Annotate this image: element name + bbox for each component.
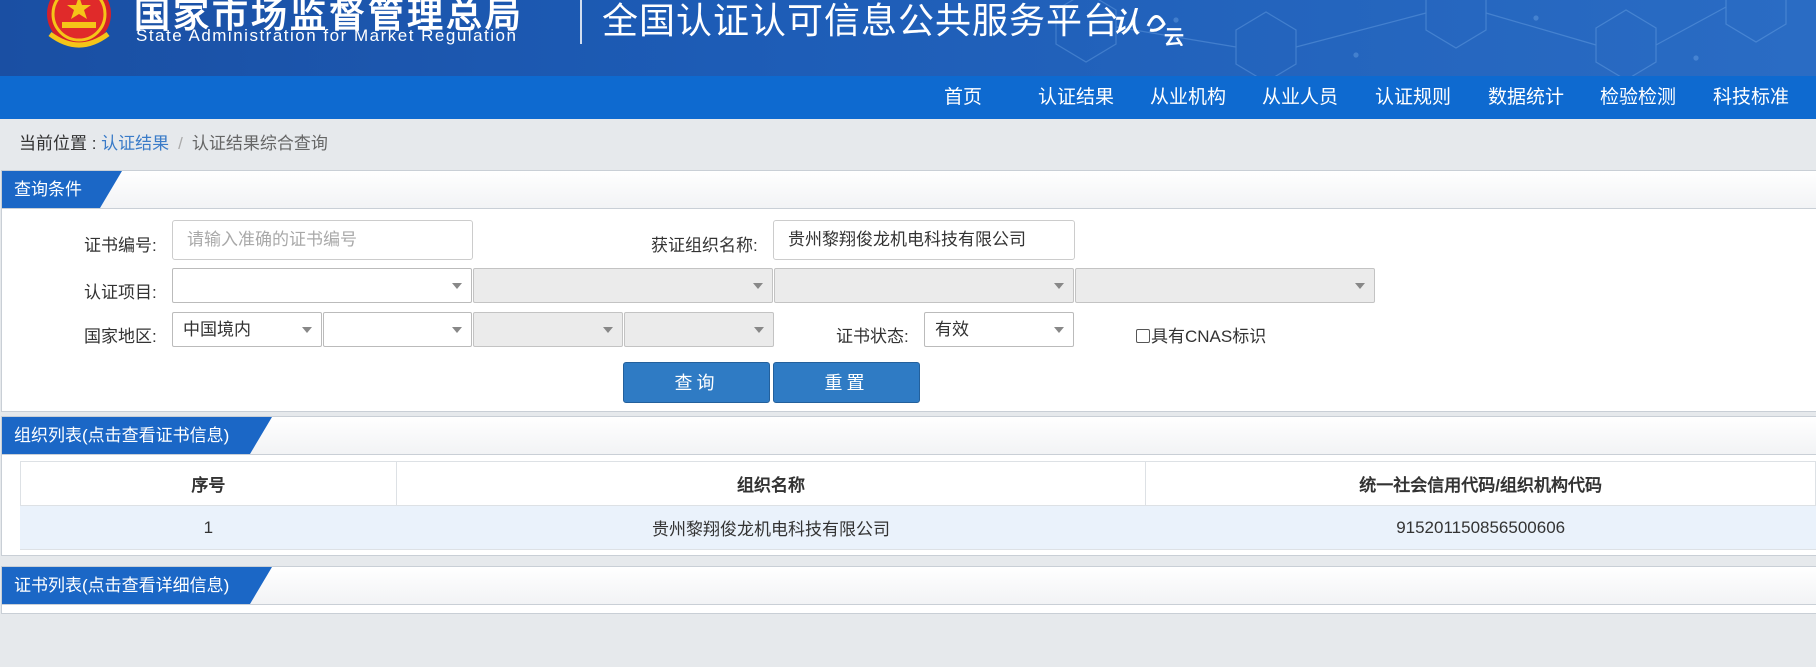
org-name-input[interactable]: 贵州黎翔俊龙机电科技有限公司 bbox=[773, 220, 1075, 260]
col-header-org-name: 组织名称 bbox=[395, 461, 1147, 506]
cnas-checkbox-wrap: 具有CNAS标识 bbox=[1136, 322, 1266, 347]
cert-status-value: 有效 bbox=[935, 320, 969, 339]
breadcrumb-separator: / bbox=[178, 134, 183, 153]
chevron-down-icon bbox=[753, 283, 763, 289]
cert-cloud-logo: 认 云 bbox=[1112, 6, 1184, 46]
logo-char-2: 云 bbox=[1164, 25, 1184, 46]
nav-item-cert-rules[interactable]: 认证规则 bbox=[1375, 76, 1451, 119]
org-list-panel-title: 组织列表(点击查看证书信息) bbox=[2, 417, 272, 454]
region-select-1-value: 中国境内 bbox=[183, 320, 251, 339]
project-select-4[interactable] bbox=[1075, 268, 1375, 303]
table-row[interactable]: 1 贵州黎翔俊龙机电科技有限公司 915201150856500606 bbox=[20, 505, 1816, 550]
col-header-credit-code: 统一社会信用代码/组织机构代码 bbox=[1145, 461, 1816, 506]
nav-item-institutions[interactable]: 从业机构 bbox=[1150, 76, 1226, 119]
chevron-down-icon bbox=[452, 283, 462, 289]
region-select-1[interactable]: 中国境内 bbox=[172, 312, 322, 347]
header-banner: 国家市场监督管理总局 State Administration for Mark… bbox=[0, 0, 1816, 76]
org-name-label: 获证组织名称: bbox=[651, 236, 758, 255]
nav-item-tech-standards[interactable]: 科技标准 bbox=[1713, 76, 1789, 119]
project-select-1[interactable] bbox=[172, 268, 472, 303]
chevron-down-icon bbox=[1054, 283, 1064, 289]
nav-item-personnel[interactable]: 从业人员 bbox=[1262, 76, 1338, 119]
platform-title: 全国认证认可信息公共服务平台 bbox=[602, 0, 1121, 41]
reset-button[interactable]: 重置 bbox=[773, 362, 920, 403]
cert-no-input[interactable] bbox=[172, 220, 473, 260]
breadcrumb-prefix: 当前位置 : bbox=[19, 134, 102, 153]
main-nav: 首页 认证结果 从业机构 从业人员 认证规则 数据统计 检验检测 科技标准 bbox=[0, 76, 1816, 119]
cell-credit-code: 915201150856500606 bbox=[1145, 505, 1816, 550]
org-list-panel-header: 组织列表(点击查看证书信息) bbox=[2, 417, 1816, 455]
col-header-index: 序号 bbox=[20, 461, 397, 506]
cert-list-panel-title: 证书列表(点击查看详细信息) bbox=[2, 567, 272, 604]
header-divider bbox=[580, 0, 582, 44]
logo-char-1: 认 bbox=[1112, 6, 1140, 39]
query-panel-header: 查询条件 bbox=[2, 171, 1816, 209]
nav-item-inspection[interactable]: 检验检测 bbox=[1600, 76, 1676, 119]
org-table-header-row: 序号 组织名称 统一社会信用代码/组织机构代码 bbox=[20, 461, 1816, 506]
query-panel: 查询条件 证书编号: 获证组织名称: 贵州黎翔俊龙机电科技有限公司 认证项目: … bbox=[1, 170, 1816, 412]
nav-item-home[interactable]: 首页 bbox=[944, 76, 982, 119]
chevron-down-icon bbox=[452, 327, 462, 333]
national-emblem-icon bbox=[47, 0, 111, 48]
cert-no-label: 证书编号: bbox=[84, 236, 157, 255]
cert-list-panel: 证书列表(点击查看详细信息) bbox=[1, 566, 1816, 614]
project-select-3[interactable] bbox=[774, 268, 1074, 303]
cnas-checkbox[interactable] bbox=[1136, 329, 1150, 343]
cnas-checkbox-label: 具有CNAS标识 bbox=[1151, 327, 1267, 346]
org-table: 序号 组织名称 统一社会信用代码/组织机构代码 1 贵州黎翔俊龙机电科技有限公司… bbox=[20, 461, 1816, 550]
region-select-2[interactable] bbox=[323, 312, 472, 347]
nav-item-cert-results[interactable]: 认证结果 bbox=[1038, 76, 1114, 119]
cert-status-label: 证书状态: bbox=[836, 327, 909, 346]
agency-name-en: State Administration for Market Regulati… bbox=[136, 26, 518, 45]
query-panel-title: 查询条件 bbox=[2, 171, 122, 208]
region-select-4[interactable] bbox=[624, 312, 774, 347]
chevron-down-icon bbox=[302, 327, 312, 333]
chevron-down-icon bbox=[603, 327, 613, 333]
chevron-down-icon bbox=[1355, 283, 1365, 289]
breadcrumb-link-cert-results[interactable]: 认证结果 bbox=[101, 134, 169, 153]
chevron-down-icon bbox=[1054, 327, 1064, 333]
search-button[interactable]: 查询 bbox=[623, 362, 770, 403]
cell-index: 1 bbox=[20, 505, 397, 550]
cert-status-select[interactable]: 有效 bbox=[924, 312, 1074, 347]
project-select-2[interactable] bbox=[473, 268, 773, 303]
chevron-down-icon bbox=[754, 327, 764, 333]
breadcrumb-current: 认证结果综合查询 bbox=[191, 134, 328, 153]
region-label: 国家地区: bbox=[84, 327, 157, 346]
region-select-3[interactable] bbox=[473, 312, 623, 347]
cell-org-name[interactable]: 贵州黎翔俊龙机电科技有限公司 bbox=[395, 505, 1147, 550]
cert-list-panel-header: 证书列表(点击查看详细信息) bbox=[2, 567, 1816, 605]
project-label: 认证项目: bbox=[84, 283, 157, 302]
breadcrumb: 当前位置 : 认证结果 / 认证结果综合查询 bbox=[19, 129, 328, 154]
nav-item-statistics[interactable]: 数据统计 bbox=[1488, 76, 1564, 119]
